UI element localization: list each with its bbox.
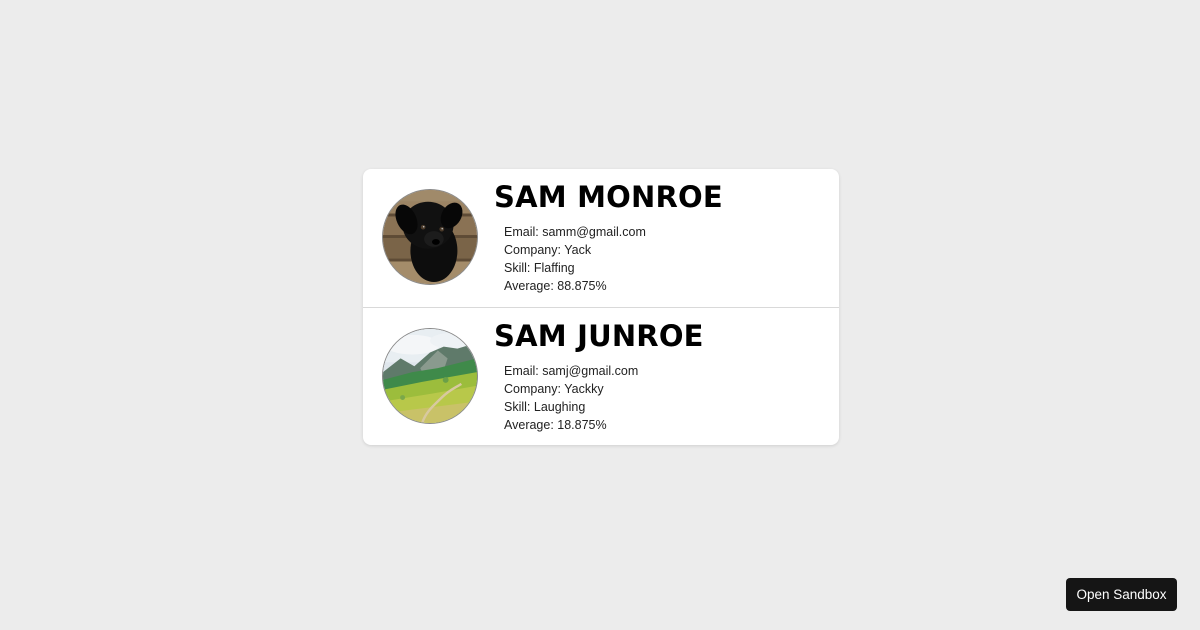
student-details: Email: samj@gmail.com Company: Yackky Sk…: [504, 362, 704, 434]
student-avatar: [382, 189, 478, 285]
student-average: Average: 88.875%: [504, 279, 607, 293]
student-card: SAM MONROE Email: samm@gmail.com Company…: [363, 169, 839, 307]
student-company: Company: Yack: [504, 243, 592, 257]
landscape-photo-icon: [383, 329, 477, 423]
student-skill: Skill: Laughing: [504, 400, 586, 414]
dog-photo-icon: [383, 190, 477, 284]
student-average: Average: 18.875%: [504, 418, 607, 432]
student-info: SAM MONROE Email: samm@gmail.com Company…: [494, 179, 723, 295]
student-info: SAM JUNROE Email: samj@gmail.com Company…: [494, 318, 704, 434]
student-email: Email: samm@gmail.com: [504, 225, 646, 239]
student-email: Email: samj@gmail.com: [504, 364, 639, 378]
student-details: Email: samm@gmail.com Company: Yack Skil…: [504, 223, 723, 295]
page: SAM MONROE Email: samm@gmail.com Company…: [0, 0, 1200, 630]
student-company: Company: Yackky: [504, 382, 604, 396]
student-card: SAM JUNROE Email: samj@gmail.com Company…: [363, 307, 839, 445]
student-name: SAM JUNROE: [494, 319, 704, 353]
open-sandbox-button[interactable]: Open Sandbox: [1066, 578, 1177, 611]
student-name: SAM MONROE: [494, 180, 723, 214]
student-list-card: SAM MONROE Email: samm@gmail.com Company…: [363, 169, 839, 445]
student-skill: Skill: Flaffing: [504, 261, 575, 275]
student-avatar: [382, 328, 478, 424]
